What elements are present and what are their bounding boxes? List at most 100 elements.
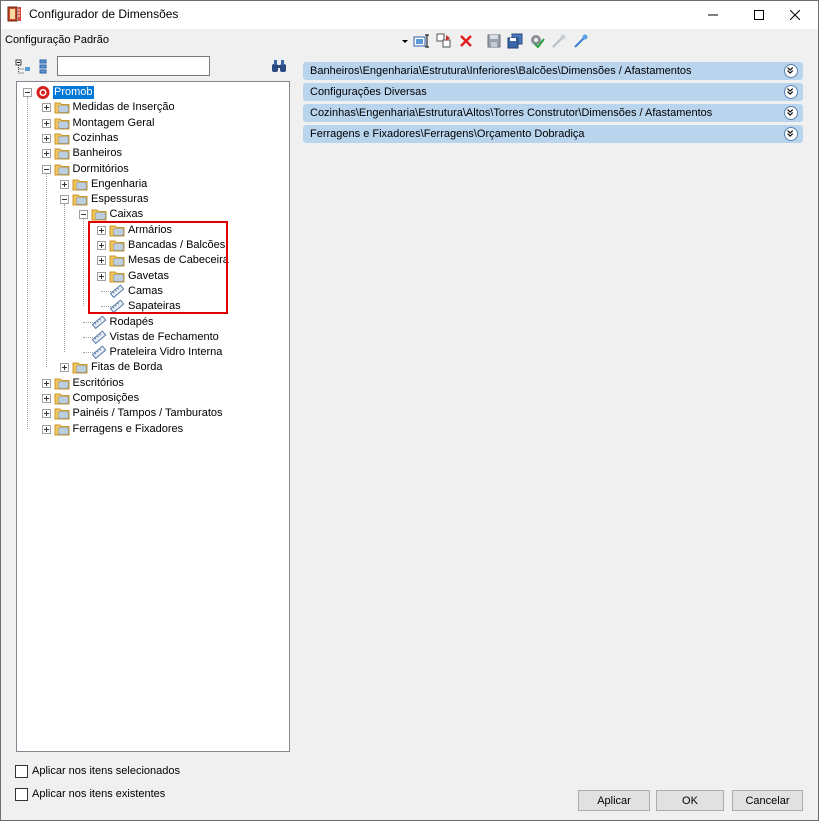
tree-node[interactable]: Caixas: [17, 207, 287, 222]
ruler-icon: [109, 284, 125, 299]
collapse-icon[interactable]: [551, 33, 567, 49]
tree-node[interactable]: Espessuras: [17, 192, 287, 207]
tree-node[interactable]: Promob: [17, 85, 287, 100]
tree-node-label: Mesas de Cabeceira: [128, 254, 229, 267]
save-all-icon[interactable]: [507, 33, 523, 49]
double-chevron-down-icon[interactable]: [784, 85, 798, 99]
folder-icon: [72, 360, 88, 375]
configurador-window: Configurador de Dimensões Configuração P…: [0, 0, 819, 821]
folder-icon: [54, 100, 70, 115]
tree-node[interactable]: Engenharia: [17, 177, 287, 192]
title-bar: Configurador de Dimensões: [1, 1, 818, 29]
tree-guide-line: [45, 173, 47, 368]
tree-node[interactable]: Mesas de Cabeceira: [17, 253, 287, 268]
tree-node[interactable]: Bancadas / Balcões: [17, 238, 287, 253]
cancel-button[interactable]: Cancelar: [732, 790, 803, 811]
window-title: Configurador de Dimensões: [29, 7, 179, 21]
expand-node-icon[interactable]: [41, 378, 51, 388]
ok-button[interactable]: OK: [656, 790, 724, 811]
apply-existing-label: Aplicar nos itens existentes: [32, 788, 166, 800]
collapse-node-icon[interactable]: [60, 195, 69, 205]
tree-node[interactable]: Banheiros: [17, 146, 287, 161]
minimize-button[interactable]: [690, 1, 736, 29]
tree-node[interactable]: Dormitórios: [17, 162, 287, 177]
expand-node-icon[interactable]: [41, 133, 51, 143]
tree-node[interactable]: Painéis / Tampos / Tamburatos: [17, 406, 287, 421]
tree-node-label: Composições: [72, 392, 140, 404]
double-chevron-down-icon[interactable]: [784, 106, 798, 120]
config-name: Configuração Padrão: [5, 34, 109, 46]
category-tree[interactable]: Promob Medidas de Inserção Montagem Geral C…: [16, 81, 290, 752]
tree-node-label: Bancadas / Balcões: [128, 239, 226, 251]
tree-node[interactable]: Rodapés: [17, 314, 287, 330]
tree-node[interactable]: Gavetas: [17, 269, 287, 284]
double-chevron-down-icon[interactable]: [784, 64, 798, 78]
expand-node-icon[interactable]: [41, 118, 51, 128]
tree-node[interactable]: Composições: [17, 391, 287, 406]
tree-node-label: Dormitórios: [72, 162, 129, 175]
tree-node[interactable]: Montagem Geral: [17, 116, 287, 131]
folder-icon: [54, 116, 70, 131]
expand-node-icon[interactable]: [97, 225, 106, 235]
tree-node[interactable]: Escritórios: [17, 376, 287, 391]
collapse-node-icon[interactable]: [23, 88, 32, 97]
tree-node-label: Escritórios: [72, 376, 124, 389]
settings-panel-header[interactable]: Ferragens e Fixadores\Ferragens\Orçament…: [303, 125, 803, 143]
folder-icon: [109, 223, 125, 238]
ruler-icon: [91, 314, 107, 330]
expand-node-icon[interactable]: [97, 271, 106, 281]
expand-node-icon[interactable]: [41, 103, 51, 113]
tree-node-label: Medidas de Inserção: [72, 101, 175, 114]
close-button[interactable]: [772, 1, 818, 29]
tree-node[interactable]: Medidas de Inserção: [17, 100, 287, 115]
apply-existing-checkbox[interactable]: [15, 788, 28, 801]
tree-node[interactable]: Prateleira Vidro Interna: [17, 345, 287, 360]
expand-node-icon[interactable]: [60, 363, 69, 373]
expand-icon[interactable]: [573, 33, 589, 49]
expand-node-icon[interactable]: [60, 179, 69, 189]
folder-icon: [54, 391, 70, 406]
settings-panel-header[interactable]: Cozinhas\Engenharia\Estrutura\Altos\Torr…: [303, 104, 803, 122]
collapse-node-icon[interactable]: [78, 210, 88, 220]
settings-panel-title: Banheiros\Engenharia\Estrutura\Inferiore…: [310, 65, 692, 77]
tree-node[interactable]: Armários: [17, 223, 287, 238]
expand-node-icon[interactable]: [97, 241, 106, 250]
expand-node-icon[interactable]: [41, 424, 51, 434]
tree-node[interactable]: Cozinhas: [17, 131, 287, 146]
settings-panel-header[interactable]: Configurações Diversas: [303, 83, 803, 101]
apply-selected-checkbox[interactable]: [15, 765, 28, 778]
copy-config-icon[interactable]: [436, 33, 452, 49]
maximize-icon: [754, 10, 764, 20]
settings-panel-header[interactable]: Banheiros\Engenharia\Estrutura\Inferiore…: [303, 62, 803, 80]
tree-node[interactable]: Fitas de Borda: [17, 360, 287, 375]
apply-config-icon[interactable]: [529, 33, 545, 49]
config-selector[interactable]: Configuração Padrão: [5, 33, 410, 51]
tree-collapse-all-icon[interactable]: [15, 59, 31, 75]
tree-expand-all-icon[interactable]: [37, 59, 53, 75]
apply-button[interactable]: Aplicar: [578, 790, 650, 811]
tree-search-input[interactable]: [57, 56, 210, 76]
binoculars-icon[interactable]: [271, 58, 287, 74]
expand-node-icon[interactable]: [41, 394, 51, 403]
save-icon[interactable]: [486, 33, 502, 49]
collapse-node-icon[interactable]: [41, 164, 51, 174]
tree-node-label: Armários: [128, 223, 173, 236]
folder-icon: [109, 269, 125, 284]
delete-icon[interactable]: [458, 33, 474, 49]
double-chevron-down-icon[interactable]: [784, 127, 798, 141]
settings-panel-title: Configurações Diversas: [310, 86, 427, 98]
expand-node-icon[interactable]: [41, 409, 51, 419]
folder-icon: [109, 238, 125, 253]
expand-node-icon[interactable]: [41, 149, 51, 159]
tree-node[interactable]: Sapateiras: [17, 299, 287, 314]
tree-node[interactable]: Camas: [17, 284, 287, 299]
new-config-icon[interactable]: [413, 33, 429, 49]
tree-guide-line: [27, 97, 28, 429]
tree-node[interactable]: Vistas de Fechamento: [17, 330, 287, 345]
apply-selected-label: Aplicar nos itens selecionados: [32, 765, 180, 777]
folder-icon: [72, 192, 88, 207]
ruler-icon: [109, 299, 125, 314]
expand-node-icon[interactable]: [97, 256, 106, 266]
tree-node[interactable]: Ferragens e Fixadores: [17, 422, 287, 437]
ruler-icon: [91, 330, 107, 345]
